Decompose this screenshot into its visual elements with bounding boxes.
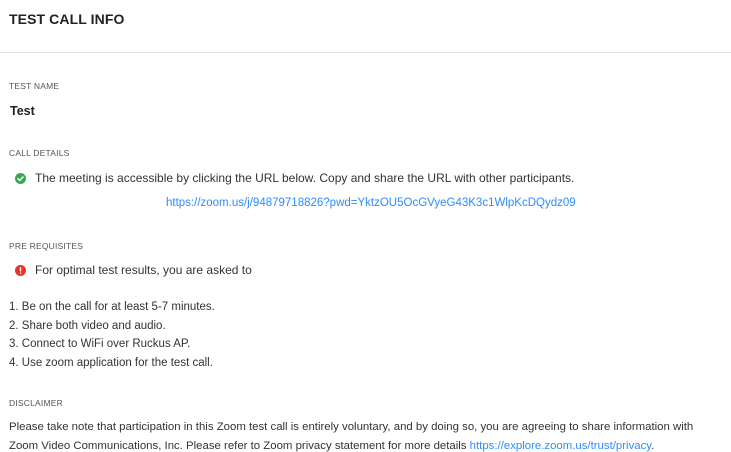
prerequisites-label: PRE REQUISITES	[9, 241, 84, 251]
alert-circle-icon	[15, 264, 26, 276]
test-name-value: Test	[10, 104, 35, 118]
prerequisites-steps-list: 1. Be on the call for at least 5-7 minut…	[9, 298, 215, 372]
disclaimer-line-2: Zoom Video Communications, Inc. Please r…	[9, 437, 731, 452]
list-item: 4. Use zoom application for the test cal…	[9, 356, 213, 369]
panel-header: TEST CALL INFO	[0, 0, 731, 53]
prerequisites-alert: For optimal test results, you are asked …	[15, 262, 252, 278]
list-item: 1. Be on the call for at least 5-7 minut…	[9, 301, 215, 313]
panel-title: TEST CALL INFO	[9, 11, 125, 27]
prerequisites-intro: For optimal test results, you are asked …	[35, 263, 252, 277]
disclaimer-line-2-end: .	[651, 440, 655, 452]
privacy-statement-link[interactable]: https://explore.zoom.us/trust/privacy	[470, 440, 651, 452]
disclaimer-label: DISCLAIMER	[9, 398, 63, 408]
call-details-label: CALL DETAILS	[9, 148, 70, 158]
disclaimer-line-2-text: Zoom Video Communications, Inc. Please r…	[9, 440, 470, 452]
list-item: 3. Connect to WiFi over Ruckus AP.	[9, 338, 191, 350]
disclaimer-line-1: Please take note that participation in t…	[9, 421, 694, 433]
call-details-message: The meeting is accessible by clicking th…	[35, 171, 575, 185]
call-details-status: The meeting is accessible by clicking th…	[15, 170, 574, 186]
disclaimer-text: Please take note that participation in t…	[9, 418, 731, 452]
check-circle-icon	[15, 172, 26, 184]
test-name-label: TEST NAME	[9, 81, 60, 91]
meeting-url-link[interactable]: https://zoom.us/j/94879718826?pwd=YktzOU…	[166, 197, 576, 209]
test-call-info-panel: TEST CALL INFO TEST NAME Test CALL DETAI…	[0, 0, 731, 452]
list-item: 2. Share both video and audio.	[9, 319, 166, 332]
